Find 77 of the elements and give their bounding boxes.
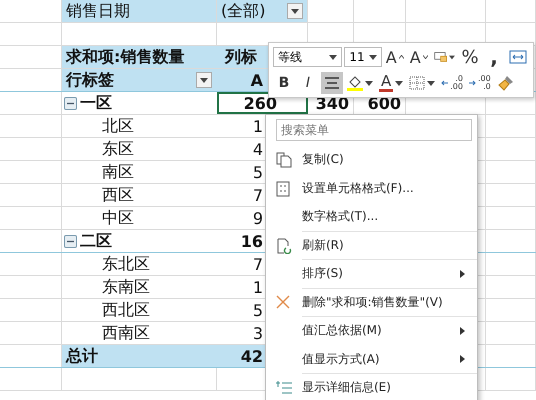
submenu-arrow-icon [460, 326, 465, 335]
collapse-button[interactable] [64, 96, 77, 110]
value-cell: 1 [252, 116, 263, 136]
item-label: 东南区 [102, 276, 150, 298]
menu-item[interactable]: 删除"求和项:销售数量"(V) [302, 288, 477, 316]
item-label: 南区 [102, 162, 134, 182]
group-label: 一区 [80, 92, 112, 114]
total-label: 总计 [62, 345, 217, 367]
value-cell: 5 [252, 300, 263, 320]
increase-decimal-button[interactable]: .0 .00 [439, 72, 465, 94]
arrow-icon [441, 80, 448, 86]
copy-icon [276, 152, 292, 168]
group-label: 二区 [80, 230, 112, 252]
item-label: 北区 [102, 116, 134, 136]
caret-icon [329, 54, 338, 60]
decrease-font-button[interactable]: A [408, 46, 430, 68]
filter-dropdown[interactable] [287, 3, 303, 19]
border-icon [409, 76, 426, 90]
caret-icon [291, 8, 299, 14]
font-name-field[interactable]: 等线 [273, 47, 342, 67]
caret-icon [365, 80, 373, 86]
collapse-button[interactable] [64, 234, 77, 248]
search-field[interactable]: 搜索菜单 [276, 119, 472, 141]
bold-button[interactable]: B [273, 72, 295, 94]
menu-item[interactable]: 刷新(R) [302, 230, 477, 259]
value-cell: 4 [252, 140, 263, 158]
paint-bucket-icon [347, 75, 363, 91]
value-cell: 7 [252, 254, 263, 274]
menu-item[interactable]: 排序(S) [302, 259, 477, 288]
menu-item[interactable]: 值汇总依据(M) [302, 316, 477, 344]
item-label: 东北区 [102, 254, 150, 274]
filter-label: 销售日期 [62, 0, 217, 22]
filter-value: (全部) [221, 0, 266, 22]
increase-font-button[interactable]: A [384, 46, 406, 68]
arrow-icon [469, 80, 476, 86]
value-cell: 7 [252, 186, 263, 204]
value-cell: 1 [252, 278, 263, 296]
menu-item[interactable]: 数字格式(T)... [266, 202, 477, 230]
close-icon [276, 294, 290, 308]
menu-item[interactable]: 复制(C) [266, 145, 477, 174]
merge-icon [509, 50, 527, 64]
row-label-dropdown[interactable] [196, 72, 212, 88]
value-cell: 9 [252, 208, 263, 228]
caret-icon [395, 80, 404, 86]
caret-icon [398, 55, 404, 59]
font-size-field[interactable]: 11 [344, 47, 382, 67]
value-cell: 340 [316, 94, 349, 112]
percent-button[interactable]: % [459, 46, 481, 68]
submenu-arrow-icon [460, 270, 465, 278]
row-label-header: 行标签 [66, 70, 114, 90]
caret-icon [422, 55, 428, 59]
font-color-button[interactable]: A [377, 72, 406, 94]
item-label: 西南区 [102, 322, 150, 344]
caret-icon [368, 54, 377, 60]
format-cells-icon [276, 180, 290, 196]
submenu-arrow-icon [460, 355, 465, 364]
refresh-icon [276, 238, 292, 254]
item-label: 中区 [102, 208, 134, 228]
item-label: 东区 [102, 138, 134, 160]
number-format-icon [434, 50, 448, 64]
center-align-button[interactable] [321, 72, 343, 94]
caret-icon [427, 80, 436, 86]
item-label: 西区 [102, 184, 134, 206]
comma-button[interactable]: , [483, 46, 505, 68]
align-center-icon [325, 77, 339, 89]
item-label: 西北区 [102, 300, 150, 320]
value-cell: 3 [252, 324, 263, 342]
menu-item[interactable]: 设置单元格格式(F)... [266, 174, 477, 202]
caret-icon [449, 54, 455, 60]
value-field-header: 求和项:销售数量 [62, 46, 217, 68]
menu-item[interactable]: 显示详细信息(E) [302, 373, 477, 400]
caret-icon [200, 78, 208, 82]
decrease-decimal-button[interactable]: .00 .0 [467, 72, 493, 94]
list-icon [276, 380, 292, 394]
value-cell[interactable]: 260 [217, 92, 308, 114]
paintbrush-icon [498, 75, 514, 91]
value-cell: 5 [252, 162, 263, 182]
